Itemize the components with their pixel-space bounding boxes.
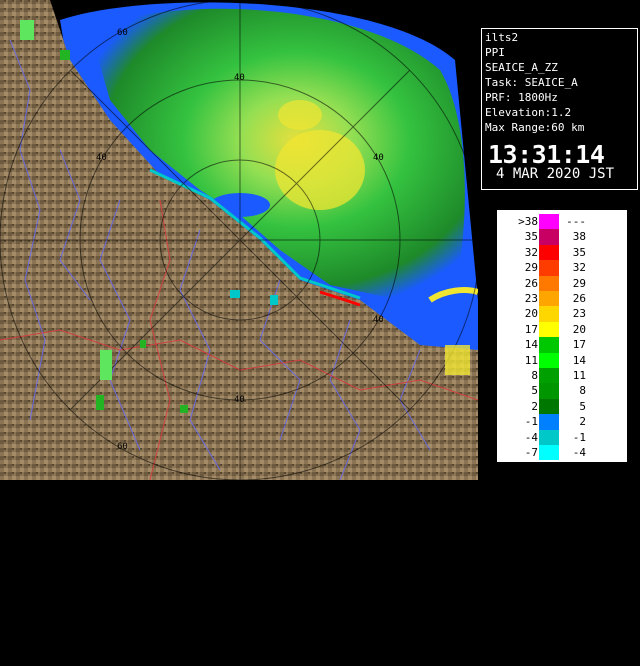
legend-high-value: 20 bbox=[572, 322, 586, 336]
legend-row: -1 2 bbox=[498, 414, 626, 430]
radar-ppi-display[interactable]: 60 40 40 40 40 40 60 bbox=[0, 0, 478, 480]
legend-low-value: 35 bbox=[524, 230, 538, 244]
legend-low-value: 2 bbox=[531, 399, 538, 413]
legend-high-value: 14 bbox=[572, 353, 586, 367]
legend-low-value: 32 bbox=[524, 245, 538, 259]
legend-swatch bbox=[539, 229, 559, 245]
legend-high-value: 29 bbox=[572, 276, 586, 290]
legend-high-value: -4 bbox=[572, 446, 586, 459]
legend-swatch bbox=[539, 337, 559, 353]
legend-swatch bbox=[539, 260, 559, 276]
legend-high-value: 35 bbox=[572, 245, 586, 259]
legend-swatch bbox=[539, 275, 559, 291]
legend-high-value: 26 bbox=[572, 292, 586, 305]
scan-mode: PPI bbox=[485, 46, 505, 59]
elevation-value: Elevation:1.2 bbox=[485, 106, 572, 119]
legend-row: 58 bbox=[498, 383, 626, 399]
legend-high-value: 2 bbox=[579, 415, 586, 429]
legend-row: -7 -4 bbox=[498, 445, 626, 461]
range-label: 60 bbox=[117, 28, 128, 38]
legend-row: 11 14 bbox=[498, 352, 626, 368]
task-name: Task: SEAICE_A bbox=[485, 76, 578, 89]
reflectivity-legend: >38 --- 35 38 32 35 29 32 26 29 23 26 20 23 17 20 14 17 11… bbox=[497, 210, 627, 616]
legend-low-value: 29 bbox=[524, 261, 538, 275]
legend-high-value: 5 bbox=[579, 399, 586, 413]
legend-low-value: -1 bbox=[524, 415, 538, 429]
legend-swatch bbox=[539, 214, 559, 230]
strong-echo-cell bbox=[278, 100, 322, 130]
legend-low-value: 17 bbox=[524, 322, 538, 336]
legend-row: 25 bbox=[498, 398, 626, 415]
legend-low-value: -7 bbox=[524, 446, 538, 459]
range-label: 40 bbox=[234, 73, 245, 83]
range-label: 40 bbox=[96, 153, 107, 163]
site-name: ilts2 bbox=[485, 31, 519, 44]
legend-swatch bbox=[539, 291, 559, 307]
legend-row: 14 17 bbox=[498, 337, 626, 353]
legend-high-value: 23 bbox=[572, 307, 586, 321]
legend-row: 29 32 bbox=[498, 260, 626, 276]
legend-low-value: 11 bbox=[524, 353, 538, 367]
strong-echo-core bbox=[275, 130, 365, 210]
legend-low-value: 5 bbox=[531, 384, 538, 398]
legend-low-value: 8 bbox=[531, 369, 538, 382]
legend-swatch bbox=[539, 445, 559, 461]
legend-title: Reflectivity in dBZ bbox=[598, 515, 611, 617]
legend-row: >38 --- bbox=[498, 214, 626, 230]
legend-low-value: 23 bbox=[524, 292, 538, 305]
legend-swatch bbox=[539, 306, 559, 322]
scan-time: 13:31:14 bbox=[488, 140, 605, 169]
legend-swatch bbox=[539, 368, 559, 384]
legend-high-value: 32 bbox=[572, 261, 586, 275]
prf-value: PRF: 1800Hz bbox=[485, 91, 558, 104]
legend-low-value: 20 bbox=[524, 307, 538, 321]
legend-swatch bbox=[539, 414, 559, 430]
legend-row: 20 23 bbox=[498, 306, 626, 322]
legend-low-value: -4 bbox=[524, 430, 538, 444]
legend-swatch bbox=[539, 352, 559, 368]
range-label: 40 bbox=[234, 395, 245, 405]
legend-high-value: 11 bbox=[572, 369, 586, 382]
legend-low-value: 26 bbox=[524, 276, 538, 290]
product-name: SEAICE_A_ZZ bbox=[485, 61, 558, 74]
legend-swatch bbox=[539, 429, 559, 445]
legend-swatch bbox=[539, 383, 559, 399]
max-range-value: Max Range:60 km bbox=[485, 121, 585, 134]
scan-date: 4 MAR 2020 JST bbox=[496, 166, 615, 182]
legend-row: -4 -1 bbox=[498, 429, 626, 445]
range-label: 40 bbox=[373, 315, 384, 325]
legend-low-value: 14 bbox=[524, 338, 538, 352]
legend-row: 26 29 bbox=[498, 275, 626, 291]
legend-high-value: 8 bbox=[579, 384, 586, 398]
legend-row: 35 38 bbox=[498, 229, 626, 245]
legend-low-value: >38 bbox=[518, 215, 538, 228]
range-label: 60 bbox=[117, 442, 128, 452]
legend-high-value: 38 bbox=[572, 230, 586, 244]
legend-high-value: 17 bbox=[572, 338, 586, 352]
range-label: 40 bbox=[373, 153, 384, 163]
scan-info-panel: ilts2 PPI SEAICE_A_ZZ Task: SEAICE_A PRF… bbox=[481, 28, 638, 190]
legend-high-value: -1 bbox=[572, 430, 586, 444]
legend-swatch bbox=[539, 244, 559, 261]
legend-row: 17 20 bbox=[498, 321, 626, 338]
legend-row: 23 26 bbox=[498, 291, 626, 307]
legend-swatch bbox=[539, 321, 559, 338]
legend-row: 32 35 bbox=[498, 244, 626, 261]
legend-row: 8 11 bbox=[498, 368, 626, 384]
legend-high-value: --- bbox=[566, 215, 586, 228]
legend-swatch bbox=[539, 398, 559, 415]
radar-map bbox=[0, 0, 478, 480]
